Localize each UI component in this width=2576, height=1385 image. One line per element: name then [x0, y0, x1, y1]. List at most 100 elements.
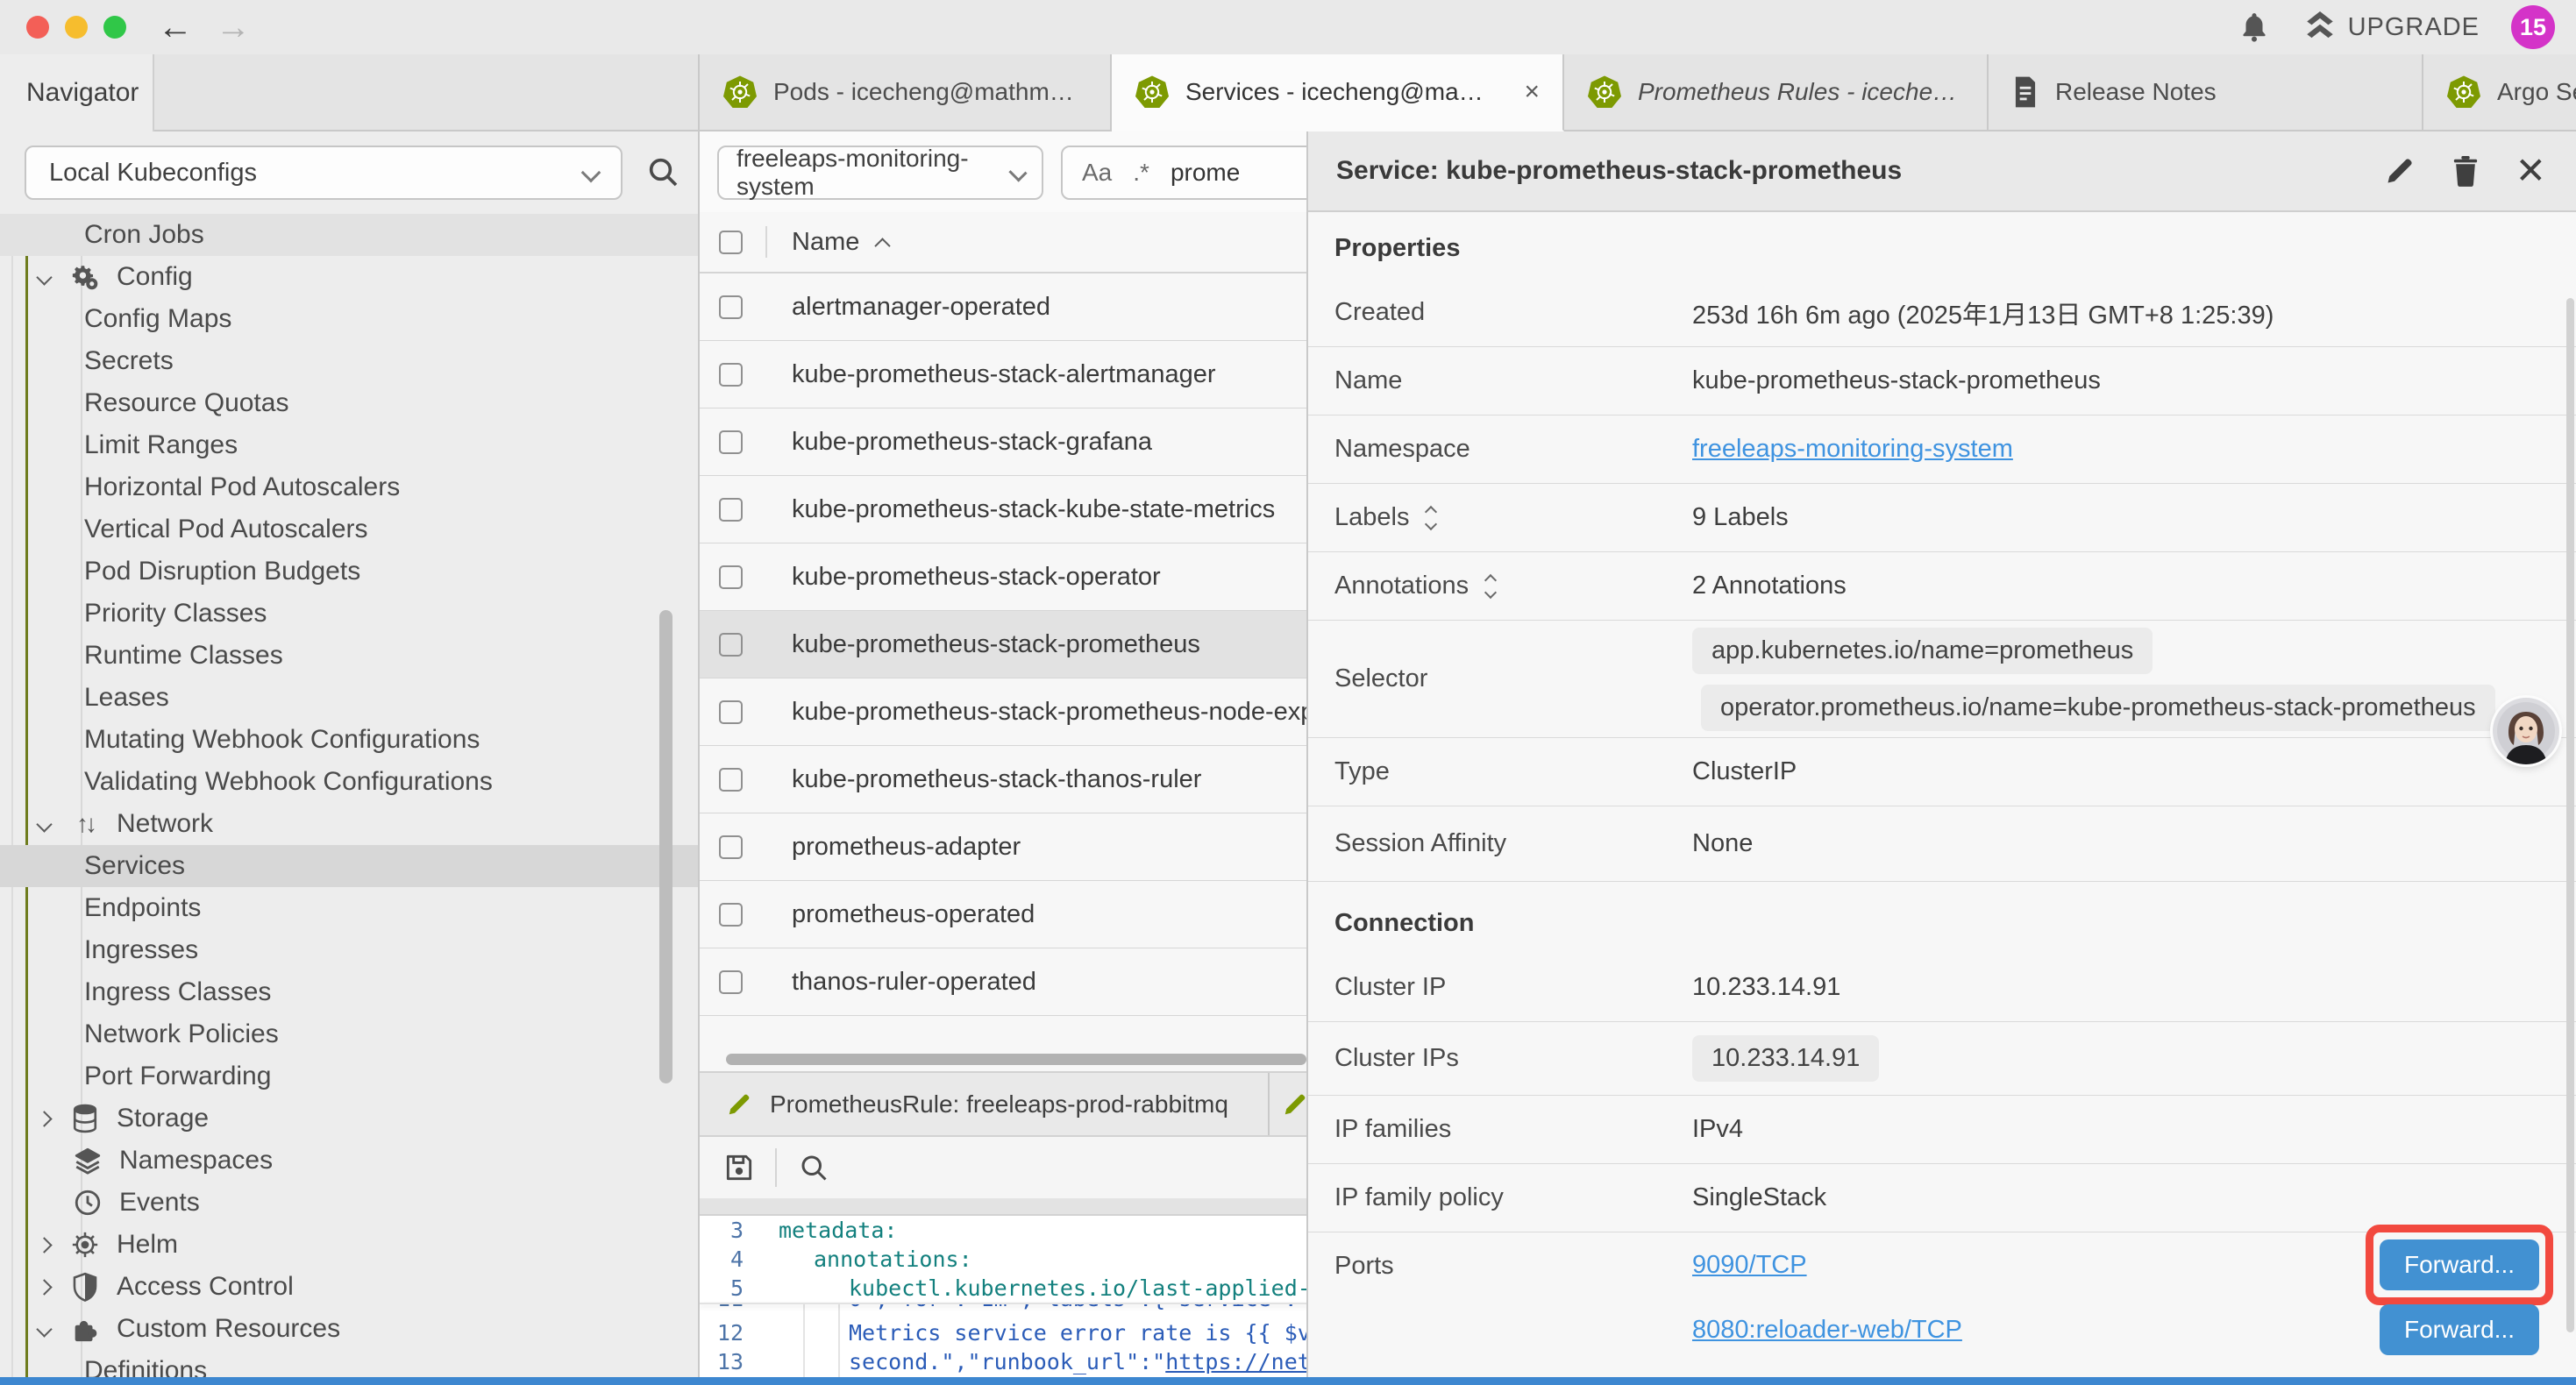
row-checkbox[interactable] [719, 835, 743, 859]
chevron-right-icon[interactable] [36, 1111, 52, 1126]
sidebar-item-definitions[interactable]: Definitions [0, 1350, 700, 1377]
code-line-3[interactable]: 3metadata: [700, 1216, 1308, 1245]
forward-arrow-icon[interactable]: → [216, 9, 251, 46]
zoom-window-button[interactable] [103, 16, 126, 39]
chevron-right-icon[interactable] [36, 1237, 52, 1253]
sidebar-item-storage[interactable]: Storage [0, 1097, 700, 1140]
kubeconfig-selector[interactable]: Local Kubeconfigs [25, 146, 623, 200]
edit-pencil-icon[interactable] [2384, 155, 2416, 187]
search-icon[interactable] [645, 154, 680, 189]
editor-tab-next[interactable] [1270, 1073, 1308, 1135]
table-row-kube-prometheus-stack-alertmanager[interactable]: kube-prometheus-stack-alertmanager [700, 341, 1308, 408]
row-checkbox[interactable] [719, 768, 743, 792]
sidebar-item-pod-disruption-budgets[interactable]: Pod Disruption Budgets [0, 550, 700, 593]
table-row-kube-prometheus-stack-prometheus-node-exporter[interactable]: kube-prometheus-stack-prometheus-node-ex… [700, 678, 1308, 746]
table-row-kube-prometheus-stack-prometheus[interactable]: kube-prometheus-stack-prometheus [700, 611, 1308, 678]
column-header-name[interactable]: Name [792, 228, 859, 257]
table-row-kube-prometheus-stack-operator[interactable]: kube-prometheus-stack-operator [700, 543, 1308, 611]
row-checkbox[interactable] [719, 633, 743, 657]
row-checkbox[interactable] [719, 565, 743, 589]
chevron-right-icon[interactable] [36, 1279, 52, 1295]
tab-argo-se[interactable]: Argo Se [2423, 54, 2576, 131]
chevron-down-icon[interactable] [36, 1321, 52, 1337]
editor-tab-prometheusrule[interactable]: PrometheusRule: freeleaps-prod-rabbitmq [700, 1073, 1270, 1135]
tab-services-icecheng-math[interactable]: Services - icecheng@math...× [1112, 54, 1564, 131]
sidebar-item-events[interactable]: Events [0, 1182, 700, 1224]
table-row-prometheus-operated[interactable]: prometheus-operated [700, 881, 1308, 948]
save-icon[interactable] [722, 1151, 756, 1184]
code-line-13[interactable]: 13second.","runbook_url":"https://net [700, 1347, 1308, 1376]
yaml-editor[interactable]: 3metadata:4annotations:5kubectl.kubernet… [700, 1216, 1308, 1377]
sidebar-item-access-control[interactable]: Access Control [0, 1266, 700, 1308]
notification-badge[interactable]: 15 [2511, 5, 2555, 49]
sidebar-item-helm[interactable]: Helm [0, 1224, 700, 1266]
close-icon[interactable]: × [1524, 77, 1540, 107]
bell-icon[interactable] [2238, 10, 2271, 45]
sidebar-item-vertical-pod-autoscalers[interactable]: Vertical Pod Autoscalers [0, 508, 700, 550]
horizontal-scrollbar[interactable] [726, 1054, 1306, 1065]
row-checkbox[interactable] [719, 700, 743, 724]
chevron-down-icon[interactable] [36, 816, 52, 832]
sidebar-item-network[interactable]: ↑↓Network [0, 803, 700, 845]
table-row-kube-prometheus-stack-grafana[interactable]: kube-prometheus-stack-grafana [700, 408, 1308, 476]
sidebar-item-mutating-webhook-configurations[interactable]: Mutating Webhook Configurations [0, 719, 700, 761]
row-checkbox[interactable] [719, 970, 743, 994]
sidebar-item-ingress-classes[interactable]: Ingress Classes [0, 971, 700, 1013]
table-row-thanos-ruler-operated[interactable]: thanos-ruler-operated [700, 948, 1308, 1016]
sidebar-item-priority-classes[interactable]: Priority Classes [0, 593, 700, 635]
close-icon[interactable]: ✕ [2516, 155, 2546, 187]
minimize-window-button[interactable] [65, 16, 88, 39]
sidebar-item-limit-ranges[interactable]: Limit Ranges [0, 424, 700, 466]
table-row-prometheus-adapter[interactable]: prometheus-adapter [700, 813, 1308, 881]
sidebar-item-resource-quotas[interactable]: Resource Quotas [0, 382, 700, 424]
search-input[interactable]: prome [1171, 159, 1240, 187]
sidebar-scrollbar[interactable] [659, 610, 672, 1083]
tab-release-notes[interactable]: Release Notes [1989, 54, 2423, 131]
upgrade-button[interactable]: UPGRADE [2302, 11, 2480, 43]
row-checkbox[interactable] [719, 295, 743, 319]
chevron-down-icon[interactable] [36, 269, 52, 285]
trash-icon[interactable] [2451, 154, 2480, 188]
table-row-alertmanager-operated[interactable]: alertmanager-operated [700, 273, 1308, 341]
sidebar-item-validating-webhook-configurations[interactable]: Validating Webhook Configurations [0, 761, 700, 803]
namespace-link[interactable]: freeleaps-monitoring-system [1692, 435, 2013, 464]
row-checkbox[interactable] [719, 363, 743, 387]
sidebar-item-port-forwarding[interactable]: Port Forwarding [0, 1055, 700, 1097]
sidebar-item-custom-resources[interactable]: Custom Resources [0, 1308, 700, 1350]
expand-collapse-icon[interactable] [1486, 576, 1495, 597]
sidebar-item-horizontal-pod-autoscalers[interactable]: Horizontal Pod Autoscalers [0, 466, 700, 508]
sidebar-item-leases[interactable]: Leases [0, 677, 700, 719]
details-scrollbar[interactable] [2566, 298, 2574, 1332]
sidebar-item-secrets[interactable]: Secrets [0, 340, 700, 382]
match-case-toggle[interactable]: Aa [1082, 159, 1112, 187]
back-arrow-icon[interactable]: ← [158, 9, 193, 46]
sidebar-item-namespaces[interactable]: Namespaces [0, 1140, 700, 1182]
code-line-4[interactable]: 4annotations: [700, 1245, 1308, 1274]
tab-prometheus-rules-icecheng[interactable]: Prometheus Rules - icecheng... [1564, 54, 1989, 131]
code-line-11[interactable]: 110","for":"1m","labels":{"service":"f [700, 1303, 1308, 1318]
port-link[interactable]: 8080:reloader-web/TCP [1692, 1316, 1962, 1345]
tab-pods-icecheng-mathmas[interactable]: Pods - icecheng@mathmas... [700, 54, 1112, 131]
table-row-kube-prometheus-stack-kube-state-metrics[interactable]: kube-prometheus-stack-kube-state-metrics [700, 476, 1308, 543]
forward-button[interactable]: Forward... [2380, 1239, 2539, 1290]
sidebar-item-network-policies[interactable]: Network Policies [0, 1013, 700, 1055]
regex-toggle[interactable]: .* [1133, 159, 1149, 187]
row-checkbox[interactable] [719, 498, 743, 522]
code-line-12[interactable]: 12Metrics service error rate is {{ $va [700, 1318, 1308, 1347]
namespace-selector[interactable]: freeleaps-monitoring-system [717, 146, 1043, 200]
row-checkbox[interactable] [719, 903, 743, 927]
search-box[interactable]: Aa .* prome [1061, 146, 1308, 200]
sidebar-item-endpoints[interactable]: Endpoints [0, 887, 700, 929]
sidebar-item-config-maps[interactable]: Config Maps [0, 298, 700, 340]
select-all-checkbox[interactable] [719, 231, 743, 254]
sort-ascending-icon[interactable] [875, 238, 891, 253]
row-checkbox[interactable] [719, 430, 743, 454]
sidebar-item-services[interactable]: Services [0, 845, 700, 887]
sidebar-item-runtime-classes[interactable]: Runtime Classes [0, 635, 700, 677]
sidebar-item-config[interactable]: Config [0, 256, 700, 298]
close-window-button[interactable] [26, 16, 49, 39]
port-link[interactable]: 9090/TCP [1692, 1251, 1807, 1280]
sidebar-item-ingresses[interactable]: Ingresses [0, 929, 700, 971]
forward-button[interactable]: Forward... [2380, 1304, 2539, 1355]
avatar[interactable] [2493, 698, 2559, 764]
